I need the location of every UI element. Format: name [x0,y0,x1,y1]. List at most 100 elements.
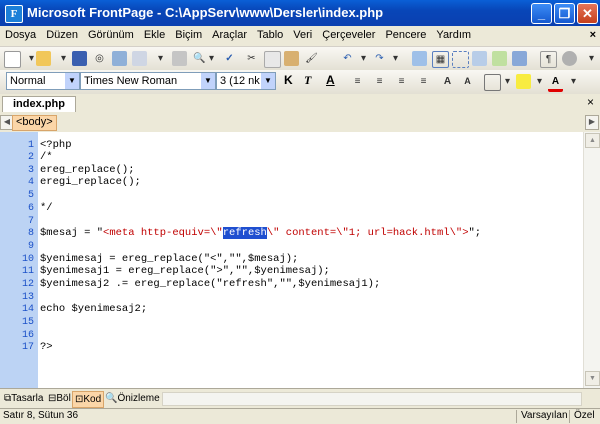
menu-gorunum[interactable]: Görünüm [83,26,139,41]
underline-button[interactable]: A [326,73,335,87]
tab-design-label: Tasarla [11,393,44,404]
dropdown-arrow-icon[interactable]: ▾ [388,51,403,66]
italic-button[interactable]: T [304,73,311,88]
dropdown-arrow-icon[interactable]: ▾ [153,51,168,66]
code-line: ereg_replace(); [40,164,135,176]
title-bar: F Microsoft FrontPage - C:\AppServ\www\D… [0,0,600,26]
search-icon[interactable]: ◎ [92,51,107,66]
font-size-value: 3 (12 nk [220,75,260,87]
tab-preview-label: Önizleme [117,393,160,404]
font-size-select[interactable]: 3 (12 nk ▼ [216,72,276,90]
tab-preview[interactable]: 🔍Önizleme [103,391,162,406]
menu-duzen[interactable]: Düzen [41,26,83,41]
spelling-icon[interactable]: ✓ [222,51,237,66]
code-editor[interactable]: 1 2 3 4 5 6 7 8 9 10 11 12 13 14 15 16 1… [0,132,583,388]
string-literal: <meta http-equiv=\" [103,227,223,239]
dropdown-arrow-icon[interactable]: ▾ [566,74,581,89]
line-number: 13 [21,292,34,303]
align-left-icon[interactable]: ≡ [350,74,365,89]
menu-dosya[interactable]: Dosya [0,26,41,41]
tab-design[interactable]: ⧉Tasarla [2,391,45,406]
document-close-button[interactable]: × [590,29,596,41]
align-right-icon[interactable]: ≡ [394,74,409,89]
cut-icon[interactable]: ✂ [244,51,259,66]
menu-veri[interactable]: Veri [288,26,317,41]
print-icon[interactable] [172,51,187,66]
frontpage-app-icon: F [5,5,23,23]
paste-icon[interactable] [284,51,299,66]
borders-icon[interactable] [484,74,501,91]
close-tab-icon[interactable]: × [587,95,594,109]
code-line: ?> [40,341,53,353]
menu-yardim[interactable]: Yardım [431,26,476,41]
menu-pencere[interactable]: Pencere [380,26,431,41]
code-line: <?php [40,139,72,151]
format-painter-icon[interactable]: 🖌 [304,51,319,66]
view-tabs-bar: ⧉Tasarla ⊟Böl ⊡Kod 🔍Önizleme [0,388,600,409]
show-all-icon[interactable]: ¶ [540,51,557,68]
help-icon[interactable] [562,51,577,66]
dropdown-arrow-icon[interactable]: ▾ [532,74,547,89]
maximize-button[interactable]: ❐ [554,3,575,24]
status-custom[interactable]: Özel [574,410,595,421]
toolbar-options-icon[interactable]: ▾ [584,51,599,66]
minimize-button[interactable]: _ [531,3,552,24]
window-title: Microsoft FrontPage - C:\AppServ\www\Der… [27,5,384,20]
highlight-icon[interactable] [516,74,531,89]
style-select-value: Normal [10,75,46,87]
line-number: 4 [27,177,34,188]
decrease-font-size-icon[interactable]: A [460,74,475,89]
vertical-scrollbar[interactable]: ▲ ▼ [583,132,600,388]
tag-next-icon[interactable]: ▶ [585,115,599,130]
status-mode[interactable]: Varsayılan [521,410,568,421]
toggle-pane-icon[interactable] [132,51,147,66]
copy-icon[interactable] [264,51,281,68]
drawing-icon[interactable] [492,51,507,66]
code-line-8: $mesaj = "<meta http-equiv=\"refresh\" c… [40,227,481,239]
tab-index-php[interactable]: index.php [2,96,76,113]
justify-icon[interactable]: ≡ [416,74,431,89]
close-button[interactable]: ✕ [577,3,598,24]
insert-layer-icon[interactable] [452,51,469,68]
hyperlink-icon[interactable] [512,51,527,66]
menu-araclar[interactable]: Araçlar [207,26,252,41]
web-component-icon[interactable] [412,51,427,66]
menu-cerceveler[interactable]: Çerçeveler [317,26,380,41]
code-line: $yenimesaj2 .= ereg_replace("refresh",""… [40,278,381,290]
body-tag-button[interactable]: <body> [12,115,57,131]
string-literal: \" content=\"1; url=hack.html\"> [266,227,469,239]
horizontal-scrollbar[interactable] [162,392,582,406]
scroll-up-icon[interactable]: ▲ [585,133,600,148]
save-icon[interactable] [72,51,87,66]
line-number: 16 [21,330,34,341]
undo-icon[interactable]: ↶ [340,51,355,66]
scroll-down-icon[interactable]: ▼ [585,371,600,386]
dropdown-arrow-icon[interactable]: ▾ [500,74,515,89]
bold-button[interactable]: K [284,73,293,87]
menu-tablo[interactable]: Tablo [252,26,288,41]
dropdown-arrow-icon[interactable]: ▾ [56,51,71,66]
line-number: 3 [27,165,34,176]
font-select[interactable]: Times New Roman ▼ [80,72,216,90]
align-center-icon[interactable]: ≡ [372,74,387,89]
menu-bar: Dosya Düzen Görünüm Ekle Biçim Araçlar Tablo Ve… [0,26,600,47]
tab-code[interactable]: ⊡Kod [72,391,105,408]
dropdown-arrow-icon[interactable]: ▾ [204,51,219,66]
font-color-icon[interactable]: A [548,74,563,92]
code-text: $mesaj = " [40,227,104,239]
line-number-gutter: 1 2 3 4 5 6 7 8 9 10 11 12 13 14 15 16 1… [0,132,38,388]
open-folder-icon[interactable] [36,51,51,66]
redo-icon[interactable]: ↷ [372,51,387,66]
increase-font-size-icon[interactable]: A [440,74,455,89]
code-text: "; [468,227,482,239]
line-number: 14 [21,304,34,315]
new-page-icon[interactable] [4,51,21,68]
style-select[interactable]: Normal ▼ [6,72,80,90]
publish-icon[interactable] [112,51,127,66]
insert-table-icon[interactable]: ▦ [432,51,449,68]
tab-split[interactable]: ⊟Böl [46,391,73,406]
menu-bicim[interactable]: Biçim [170,26,207,41]
menu-ekle[interactable]: Ekle [139,26,170,41]
insert-picture-icon[interactable] [472,51,487,66]
dropdown-arrow-icon[interactable]: ▾ [356,51,371,66]
